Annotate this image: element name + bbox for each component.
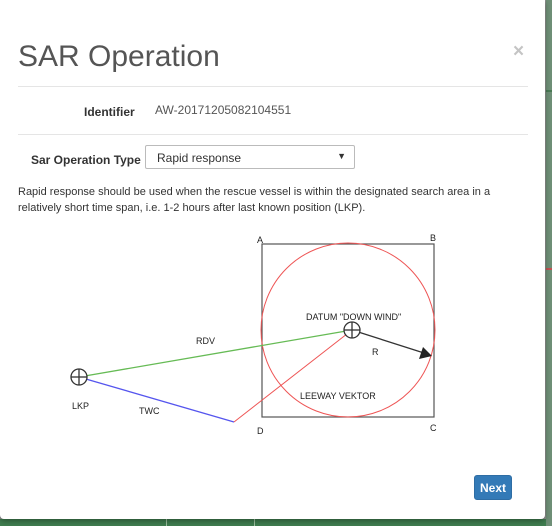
corner-c-label: C — [430, 423, 437, 433]
radius-label: R — [372, 347, 379, 357]
corner-a-label: A — [257, 235, 263, 245]
corner-d-label: D — [257, 426, 264, 436]
header-divider — [18, 86, 528, 87]
next-button[interactable]: Next — [474, 475, 512, 500]
rapid-response-diagram: A B C D DATUM "DOWN WIND" R RDV LKP TWC … — [70, 233, 437, 436]
sar-type-label: Sar Operation Type — [31, 153, 141, 167]
sar-type-selected-value: Rapid response — [157, 151, 242, 165]
description-text: Rapid response should be used when the r… — [18, 186, 491, 214]
sar-type-select[interactable]: Rapid response ▼ — [145, 145, 355, 169]
map-backdrop-right — [546, 0, 552, 526]
corner-b-label: B — [430, 233, 436, 243]
rdv-label: RDV — [196, 336, 215, 346]
radius-arrow — [351, 329, 425, 354]
section-divider — [18, 134, 528, 135]
sar-operation-modal: SAR Operation × Identifier AW-2017120508… — [0, 0, 545, 519]
identifier-label: Identifier — [84, 105, 135, 119]
map-line — [166, 519, 167, 526]
identifier-value: AW-20171205082104551 — [155, 103, 292, 117]
datum-marker — [343, 321, 361, 339]
map-mark — [546, 268, 552, 270]
map-line — [254, 519, 255, 526]
leeway-label: LEEWAY VEKTOR — [300, 391, 376, 401]
close-icon[interactable]: × — [513, 42, 524, 62]
modal-title: SAR Operation — [18, 40, 220, 73]
rdv-line — [78, 329, 353, 378]
chevron-down-icon: ▼ — [337, 151, 346, 161]
lkp-label: LKP — [72, 401, 89, 411]
leeway-line — [233, 329, 353, 423]
map-backdrop-bottom — [0, 519, 552, 526]
datum-label: DATUM "DOWN WIND" — [306, 312, 401, 322]
twc-label: TWC — [139, 406, 160, 416]
map-mark — [546, 90, 552, 92]
radius-arrow-head — [419, 347, 432, 359]
lkp-marker — [70, 368, 88, 386]
